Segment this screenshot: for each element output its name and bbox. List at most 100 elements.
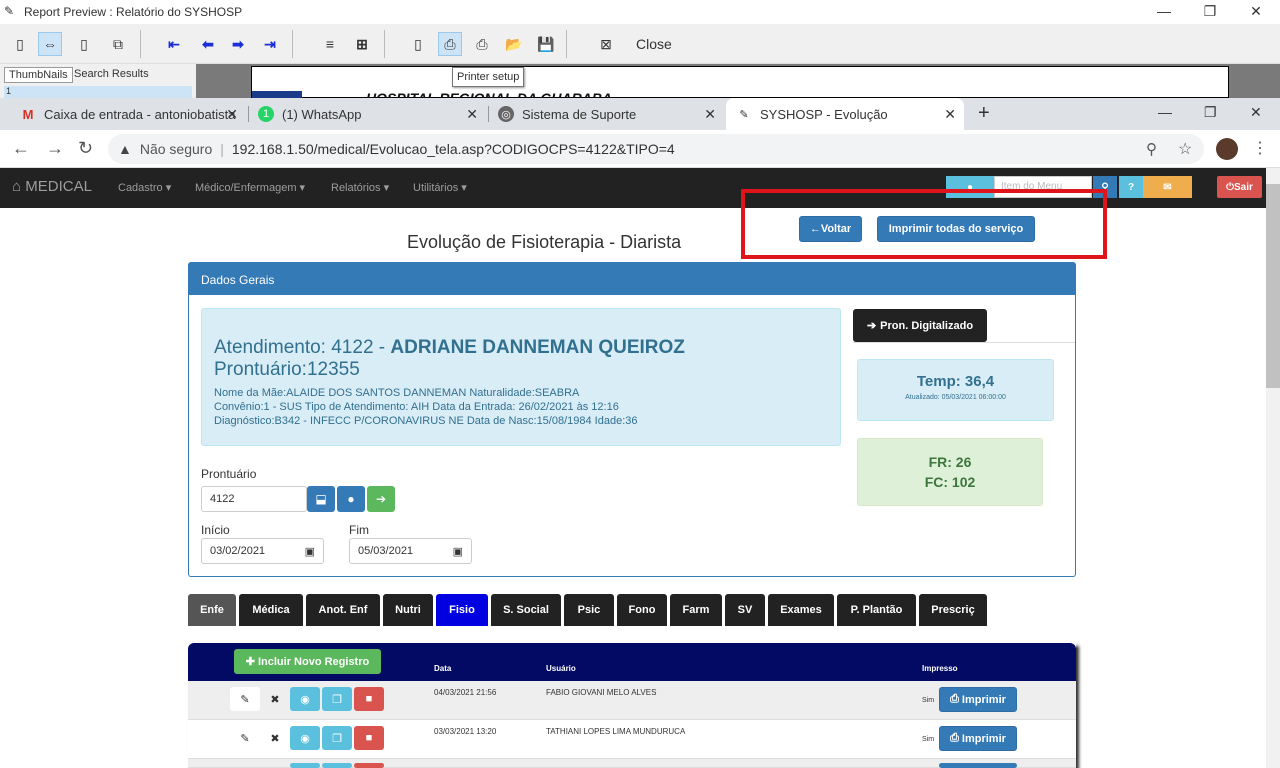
vitals-box: FR: 26 FC: 102	[857, 438, 1043, 506]
thumbnail-item[interactable]: 1	[4, 86, 192, 98]
mail-icon[interactable]: ✉	[1143, 176, 1192, 198]
exit-icon[interactable]: ⊠	[594, 32, 618, 56]
tab-title: (1) WhatsApp	[282, 106, 362, 122]
prev-page-icon[interactable]: ⬅	[196, 32, 220, 56]
panel-heading: Dados Gerais	[189, 263, 1075, 295]
chrome-close-icon[interactable]: ✕	[1250, 104, 1262, 121]
warning-icon: ▲	[118, 141, 132, 157]
browser-tab-suporte[interactable]: ◎ Sistema de Suporte ✕	[490, 98, 724, 130]
tab-sv[interactable]: SV	[725, 594, 765, 626]
user-search-icon[interactable]: ●	[337, 486, 365, 512]
tab-fisio[interactable]: Fisio	[436, 594, 488, 626]
close-tab-icon[interactable]: ✕	[226, 106, 238, 123]
browser-tab-gmail[interactable]: M Caixa de entrada - antoniobatista ✕	[12, 98, 246, 130]
new-tab-icon[interactable]: +	[978, 102, 990, 125]
tab-fono[interactable]: Fono	[617, 594, 667, 626]
forward-icon[interactable]: →	[46, 138, 64, 159]
chrome-maximize-icon[interactable]: ❐	[1204, 104, 1217, 121]
tab-s-social[interactable]: S. Social	[491, 594, 561, 626]
menu-medico-enfermagem[interactable]: Médico/Enfermagem ▾	[195, 181, 305, 194]
menu-utilitarios[interactable]: Utilitários ▾	[413, 181, 467, 194]
print-button[interactable]	[939, 763, 1017, 768]
last-page-icon[interactable]: ⇥	[258, 32, 282, 56]
print-icon[interactable]: ⎙	[470, 32, 494, 56]
tab-psic[interactable]: Psic	[564, 594, 614, 626]
tab-nutri[interactable]: Nutri	[383, 594, 433, 626]
next-page-icon[interactable]: ➡	[226, 32, 250, 56]
minimize-icon[interactable]: —	[1141, 0, 1187, 24]
prontuario-line: Prontuário:12355	[214, 359, 360, 380]
tab-enfe[interactable]: Enfe	[188, 594, 236, 626]
tab-exames[interactable]: Exames	[768, 594, 834, 626]
chrome-menu-icon[interactable]: ⋮	[1252, 138, 1268, 158]
reload-icon[interactable]: ↻	[78, 138, 93, 159]
help-icon[interactable]: ?	[1119, 176, 1143, 198]
close-tab-icon[interactable]: ✕	[944, 106, 956, 123]
row-printed: Sim	[922, 736, 935, 743]
view-icon[interactable]: ◉	[290, 687, 320, 711]
tab-medica[interactable]: Médica	[239, 594, 303, 626]
brand[interactable]: ⌂ MEDICAL	[12, 178, 92, 195]
goto-page-icon[interactable]: ≡	[318, 32, 342, 56]
view-icon[interactable]: ◉	[290, 726, 320, 750]
delete-x-icon[interactable]: ✖	[260, 726, 290, 750]
menu-relatorios[interactable]: Relatórios ▾	[331, 181, 389, 194]
copy-icon[interactable]: ❐	[322, 726, 352, 750]
pron-digitalizado-button[interactable]: ➔ Pron. Digitalizado	[853, 309, 987, 342]
edit-icon[interactable]: ✎	[230, 726, 260, 750]
chrome-minimize-icon[interactable]: —	[1158, 104, 1172, 120]
url-text[interactable]: 192.168.1.50/medical/Evolucao_tela.asp?C…	[232, 141, 675, 157]
inbox-icon[interactable]: ⬓	[307, 486, 335, 512]
zoom-icon[interactable]: ⚲	[1146, 140, 1157, 158]
find-icon[interactable]: ⊞	[350, 32, 374, 56]
open-icon[interactable]: 📂	[502, 32, 526, 56]
exit-button[interactable]: ⏻ Sair	[1217, 176, 1262, 198]
avatar[interactable]	[1216, 138, 1238, 160]
close-tab-icon[interactable]: ✕	[704, 106, 716, 123]
browser-tab-syshosp[interactable]: ✎ SYSHOSP - Evolução ✕	[726, 98, 964, 130]
lock-icon[interactable]: ■	[354, 726, 384, 750]
bookmark-star-icon[interactable]: ☆	[1178, 139, 1192, 159]
edit-icon[interactable]: ✎	[230, 687, 260, 711]
menu-cadastro[interactable]: Cadastro ▾	[118, 181, 171, 194]
page-icon[interactable]: ▯	[406, 32, 430, 56]
page-width-icon[interactable]: ⇔	[38, 32, 62, 56]
fim-date-input[interactable]: 05/03/2021 ▣	[349, 538, 472, 564]
copy-icon[interactable]	[322, 763, 352, 768]
single-page-icon[interactable]: ▯	[8, 32, 32, 56]
delete-x-icon[interactable]: ✖	[260, 687, 290, 711]
view-icon[interactable]	[290, 763, 320, 768]
tab-search-results[interactable]: Search Results	[70, 67, 153, 83]
omnibox[interactable]: ▲ Não seguro | 192.168.1.50/medical/Evol…	[108, 134, 1204, 164]
scrollbar-thumb[interactable]	[1266, 184, 1280, 388]
lock-icon[interactable]	[354, 763, 384, 768]
add-record-button[interactable]: ✚ Incluir Novo Registro	[234, 649, 381, 674]
back-icon[interactable]: ←	[12, 138, 30, 159]
calendar-icon[interactable]: ▣	[453, 545, 463, 558]
save-icon[interactable]: 💾	[534, 32, 558, 56]
calendar-icon[interactable]: ▣	[305, 545, 315, 558]
copy-icon[interactable]: ❐	[322, 687, 352, 711]
tab-thumbnails[interactable]: ThumbNails	[4, 67, 73, 83]
maximize-icon[interactable]: ❐	[1187, 0, 1233, 24]
print-button[interactable]: ⎙ Imprimir	[939, 687, 1017, 712]
tab-farm[interactable]: Farm	[670, 594, 722, 626]
printer-setup-icon[interactable]: ⎙	[438, 32, 462, 56]
print-button[interactable]: ⎙ Imprimir	[939, 726, 1017, 751]
close-tab-icon[interactable]: ✕	[466, 106, 478, 123]
multi-page-icon[interactable]: ⧉	[106, 32, 130, 56]
close-button[interactable]: Close	[636, 36, 672, 52]
inicio-date-input[interactable]: 03/02/2021 ▣	[201, 538, 324, 564]
tab-anot-enf[interactable]: Anot. Enf	[306, 594, 380, 626]
browser-tab-whatsapp[interactable]: 1 (1) WhatsApp ✕	[250, 98, 486, 130]
go-arrow-icon[interactable]: ➔	[367, 486, 395, 512]
whole-page-icon[interactable]: ▯	[72, 32, 96, 56]
tab-prescric[interactable]: Prescriç	[919, 594, 987, 626]
prontuario-input[interactable]: 4122	[201, 486, 307, 512]
first-page-icon[interactable]: ⇤	[162, 32, 186, 56]
menu-label: Médico/Enfermagem	[195, 182, 297, 194]
lock-icon[interactable]: ■	[354, 687, 384, 711]
inicio-value: 03/02/2021	[210, 545, 266, 557]
tab-p-plantao[interactable]: P. Plantão	[837, 594, 916, 626]
close-icon[interactable]: ✕	[1233, 0, 1279, 24]
